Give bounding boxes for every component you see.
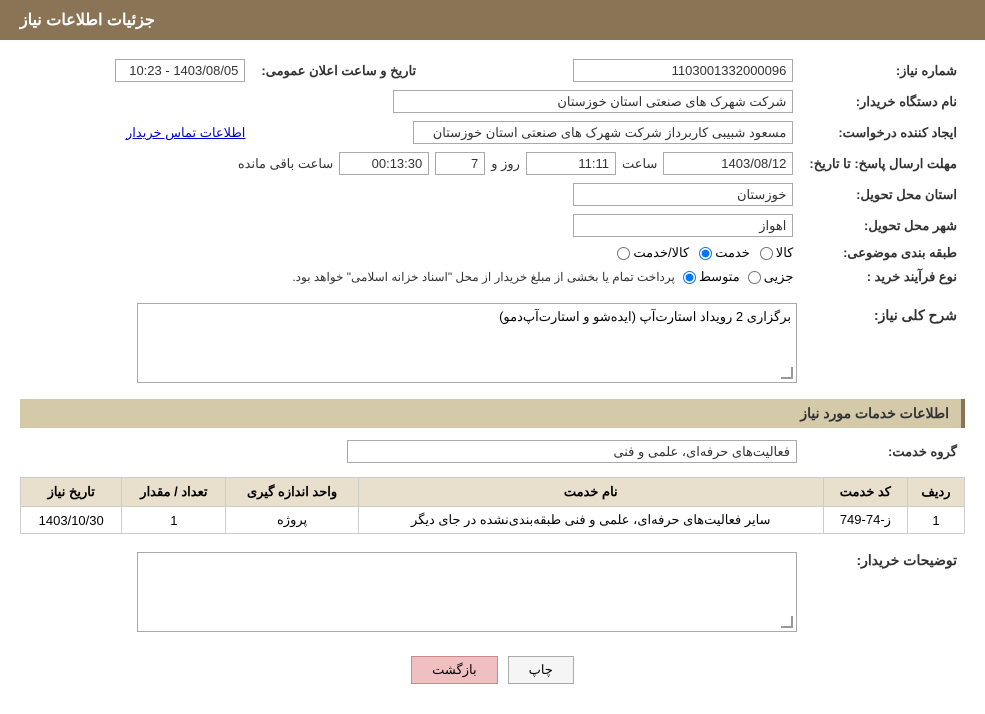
- label-shomareNiaz: شماره نیاز:: [801, 55, 965, 86]
- input-ostan[interactable]: [573, 183, 793, 206]
- label-shahr: شهر محل تحویل:: [801, 210, 965, 241]
- radio-khedmat-label: خدمت: [715, 245, 750, 261]
- value-ostan: [20, 179, 801, 210]
- value-shahr: [20, 210, 801, 241]
- input-mohlat-baqi[interactable]: [339, 152, 429, 175]
- value-groheKhedmat: [20, 436, 805, 467]
- section-khadamat: اطلاعات خدمات مورد نیاز: [20, 399, 965, 428]
- page-title: جزئیات اطلاعات نیاز: [20, 12, 155, 29]
- value-tabaqe: کالا خدمت کالا/خدمت: [20, 241, 801, 265]
- input-namDastgah[interactable]: [393, 90, 793, 113]
- value-noeFarayand: جزیی متوسط پرداخت تمام یا بخشی از مبلغ خ…: [20, 265, 801, 289]
- cell-radif: 1: [908, 507, 965, 534]
- label-ijadKonande: ایجاد کننده درخواست:: [801, 117, 965, 148]
- value-description: [20, 544, 805, 636]
- cell-kodKhedmat: ز-74-749: [823, 507, 907, 534]
- service-table: ردیف کد خدمت نام خدمت واحد اندازه گیری ت…: [20, 477, 965, 534]
- btn-print[interactable]: چاپ: [508, 656, 574, 684]
- col-kodKhedmat: کد خدمت: [823, 478, 907, 507]
- radio-kala[interactable]: کالا: [760, 245, 794, 261]
- label-mohlat: مهلت ارسال پاسخ: تا تاریخ:: [801, 148, 965, 179]
- input-groheKhedmat[interactable]: [347, 440, 797, 463]
- radio-motavasset[interactable]: متوسط: [683, 269, 740, 285]
- col-tarikh: تاریخ نیاز: [21, 478, 122, 507]
- label-sharhKoli: شرح کلی نیاز:: [805, 299, 965, 387]
- col-radif: ردیف: [908, 478, 965, 507]
- input-shomareNiaz[interactable]: [573, 59, 793, 82]
- label-tarikh: تاریخ و ساعت اعلان عمومی:: [253, 55, 424, 86]
- service-table-body: 1 ز-74-749 سایر فعالیت‌های حرفه‌ای، علمی…: [21, 507, 965, 534]
- input-mohlat-date[interactable]: [663, 152, 793, 175]
- description-table: توضیحات خریدار:: [20, 544, 965, 636]
- col-namKhedmat: نام خدمت: [358, 478, 823, 507]
- label-roz: روز و: [491, 156, 520, 172]
- info-table: شماره نیاز: تاریخ و ساعت اعلان عمومی: نا…: [20, 55, 965, 289]
- label-description: توضیحات خریدار:: [805, 544, 965, 636]
- row-tabaqe: طبقه بندی موضوعی: کالا خدمت کالا/خدمت: [20, 241, 965, 265]
- radio-jozii[interactable]: جزیی: [748, 269, 794, 285]
- value-sharhKoli: برگزاری 2 رویداد استارت‌آپ (ایده‌شو و اس…: [20, 299, 805, 387]
- cell-vahed: پروژه: [226, 507, 358, 534]
- cell-tedad: 1: [122, 507, 226, 534]
- label-noeFarayand: نوع فرآیند خرید :: [801, 265, 965, 289]
- radio-kala-input[interactable]: [760, 247, 773, 260]
- row-description: توضیحات خریدار:: [20, 544, 965, 636]
- input-tarikh[interactable]: [115, 59, 245, 82]
- row-namDastgah: نام دستگاه خریدار:: [20, 86, 965, 117]
- label-ostan: استان محل تحویل:: [801, 179, 965, 210]
- radio-kala-label: کالا: [776, 245, 794, 261]
- radio-jozii-input[interactable]: [748, 271, 761, 284]
- row-noeFarayand: نوع فرآیند خرید : جزیی متوسط پرداخت تمام…: [20, 265, 965, 289]
- input-shahr[interactable]: [573, 214, 793, 237]
- radio-motavasset-label: متوسط: [699, 269, 740, 285]
- description-box[interactable]: [137, 552, 797, 632]
- btn-back[interactable]: بازگشت: [411, 656, 497, 684]
- cell-namKhedmat: سایر فعالیت‌های حرفه‌ای، علمی و فنی طبقه…: [358, 507, 823, 534]
- radio-kala-khedmat[interactable]: کالا/خدمت: [617, 245, 689, 261]
- radio-khedmat-input[interactable]: [699, 247, 712, 260]
- label-baqi: ساعت باقی مانده: [238, 156, 333, 172]
- sharh-koli-text: برگزاری 2 رویداد استارت‌آپ (ایده‌شو و اس…: [499, 309, 791, 324]
- value-tarikh: [20, 55, 253, 86]
- label-saat: ساعت: [622, 156, 657, 172]
- grohe-khedmat-table: گروه خدمت:: [20, 436, 965, 467]
- col-vahed: واحد اندازه گیری: [226, 478, 358, 507]
- radio-kala-khedmat-label: کالا/خدمت: [633, 245, 689, 261]
- radio-motavasset-input[interactable]: [683, 271, 696, 284]
- label-namDastgah: نام دستگاه خریدار:: [801, 86, 965, 117]
- cell-tarikh: 1403/10/30: [21, 507, 122, 534]
- row-sharhKoli: شرح کلی نیاز: برگزاری 2 رویداد استارت‌آپ…: [20, 299, 965, 387]
- table-row: 1 ز-74-749 سایر فعالیت‌های حرفه‌ای، علمی…: [21, 507, 965, 534]
- input-mohlat-roz[interactable]: [435, 152, 485, 175]
- button-row: چاپ بازگشت: [20, 656, 965, 684]
- row-groheKhedmat: گروه خدمت:: [20, 436, 965, 467]
- noeFarayand-note: پرداخت تمام یا بخشی از مبلغ خریدار از مح…: [292, 270, 675, 284]
- sharh-koli-table: شرح کلی نیاز: برگزاری 2 رویداد استارت‌آپ…: [20, 299, 965, 387]
- service-table-header: ردیف کد خدمت نام خدمت واحد اندازه گیری ت…: [21, 478, 965, 507]
- input-mohlat-saat[interactable]: [526, 152, 616, 175]
- value-shomareNiaz: [424, 55, 801, 86]
- radio-khedmat[interactable]: خدمت: [699, 245, 750, 261]
- sharh-koli-box: برگزاری 2 رویداد استارت‌آپ (ایده‌شو و اس…: [137, 303, 797, 383]
- row-shomareNiaz: شماره نیاز: تاریخ و ساعت اعلان عمومی:: [20, 55, 965, 86]
- input-ijadKonande[interactable]: [413, 121, 793, 144]
- label-groheKhedmat: گروه خدمت:: [805, 436, 965, 467]
- etelaat-link[interactable]: اطلاعات تماس خریدار: [126, 125, 245, 140]
- radio-jozii-label: جزیی: [764, 269, 794, 285]
- row-ijadKonande: ایجاد کننده درخواست: اطلاعات تماس خریدار: [20, 117, 965, 148]
- radio-kala-khedmat-input[interactable]: [617, 247, 630, 260]
- value-ijadKonande: [253, 117, 801, 148]
- col-tedad: تعداد / مقدار: [122, 478, 226, 507]
- value-namDastgah: [20, 86, 801, 117]
- value-mohlat: ساعت روز و ساعت باقی مانده: [20, 148, 801, 179]
- page-header: جزئیات اطلاعات نیاز: [0, 0, 985, 40]
- row-ostan: استان محل تحویل:: [20, 179, 965, 210]
- row-shahr: شهر محل تحویل:: [20, 210, 965, 241]
- row-mohlat: مهلت ارسال پاسخ: تا تاریخ: ساعت روز و سا…: [20, 148, 965, 179]
- cell-etelaat-link: اطلاعات تماس خریدار: [20, 117, 253, 148]
- label-tabaqe: طبقه بندی موضوعی:: [801, 241, 965, 265]
